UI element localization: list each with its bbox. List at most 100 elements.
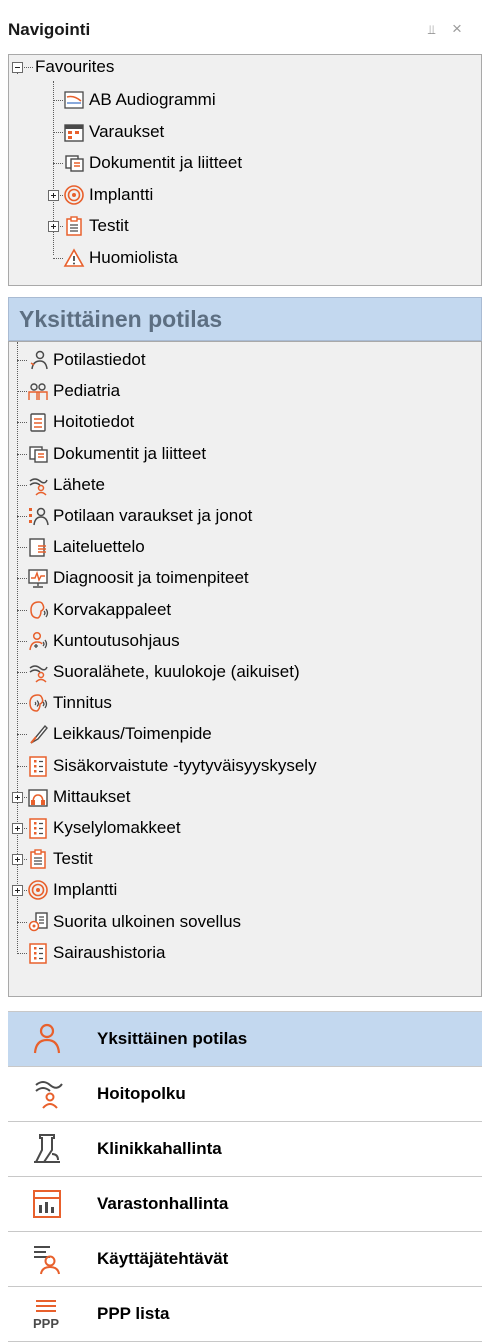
patient-tree-item[interactable]: Laiteluettelo (27, 532, 479, 562)
bookings-queue-icon (27, 505, 49, 527)
patient-tree-item-label: Leikkaus/Toimenpide (53, 724, 212, 744)
patient-tree-item[interactable]: Pediatria (27, 376, 479, 406)
patient-tree-item[interactable]: Hoitotiedot (27, 407, 479, 437)
device-list-icon (27, 536, 49, 558)
patient-tree-item[interactable]: Potilastiedot (27, 345, 479, 375)
patient-tree-item-label: Mittaukset (53, 786, 131, 806)
external-app-icon (27, 911, 49, 933)
patient-tree-item[interactable]: Kyselylomakkeet (27, 813, 479, 843)
patient-tree-item-label: Hoitotiedot (53, 412, 135, 432)
navigation-titlebar: Navigointi ⫫ × (0, 0, 488, 56)
ppp-list-icon: PPP (30, 1297, 64, 1331)
patient-tree-item-label: Sisäkorvaistute -tyytyväisyyskysely (53, 755, 317, 775)
nav-button[interactable]: Varastonhallinta (8, 1177, 482, 1232)
nav-button[interactable]: Yksittäinen potilas (8, 1012, 482, 1067)
nav-button[interactable]: Hoitopolku (8, 1067, 482, 1122)
patient-tree-item[interactable]: Tinnitus (27, 688, 479, 718)
patient-tree-item-label: Testit (53, 849, 93, 869)
direct-referral-icon (27, 661, 49, 683)
patient-tree-item-label: Laiteluettelo (53, 537, 145, 557)
patient-tree-item[interactable]: Mittaukset (27, 782, 479, 812)
single-patient-icon (30, 1022, 64, 1056)
pin-icon[interactable]: ⫫ (428, 22, 435, 38)
implant-icon (63, 184, 85, 206)
favourites-root-label: Favourites (35, 57, 115, 76)
favourite-item-label: Implantti (89, 184, 154, 204)
favourite-item-label: Varaukset (89, 121, 165, 141)
patient-tree-expand-toggle[interactable] (12, 854, 23, 866)
patient-tree-item[interactable]: Lähete (27, 470, 479, 500)
care-info-icon (27, 411, 49, 433)
rehab-guidance-icon (27, 630, 49, 652)
patient-tree-item[interactable]: Potilaan varaukset ja jonot (27, 501, 479, 531)
care-path-icon (30, 1077, 64, 1111)
patient-tree-item[interactable]: Dokumentit ja liitteet (27, 439, 479, 469)
nav-button[interactable]: Käyttäjätehtävät (8, 1232, 482, 1287)
patient-tree-expand-toggle[interactable] (12, 823, 23, 834)
patient-tree-expand-toggle[interactable] (12, 885, 23, 897)
favourite-item[interactable]: Varaukset (63, 117, 479, 147)
section-title: Yksittäinen potilas (19, 306, 223, 332)
patient-tree-item-label: Diagnoosit ja toimenpiteet (53, 568, 249, 588)
patient-tree-item-label: Pediatria (53, 381, 121, 401)
clipboard-icon (27, 848, 49, 870)
scalpel-icon (27, 723, 49, 745)
patient-info-icon (27, 349, 49, 371)
warning-icon (63, 247, 85, 269)
section-header-single-patient: Yksittäinen potilas (8, 297, 482, 341)
favourite-item-label: Dokumentit ja liitteet (89, 153, 243, 172)
nav-button-label: Varastonhallinta (97, 1194, 229, 1213)
clipboard-icon (63, 215, 85, 237)
svg-text:PPP: PPP (33, 1316, 59, 1331)
document-icon (27, 443, 49, 465)
patient-tree-item[interactable]: Korvakappaleet (27, 595, 479, 625)
patient-tree-item-label: Lähete (53, 474, 105, 494)
patient-tree-item-label: Sairaushistoria (53, 942, 166, 962)
patient-tree-item-label: Dokumentit ja liitteet (53, 443, 207, 463)
favourite-item[interactable]: Implantti (63, 180, 479, 210)
favourite-item[interactable]: AB Audiogrammi (63, 85, 479, 115)
tinnitus-icon (27, 692, 49, 714)
patient-tree-item[interactable]: Suoralähete, kuulokoje (aikuiset) (27, 657, 479, 687)
favourites-collapse-toggle[interactable] (12, 62, 23, 73)
patient-tree-item-label: Tinnitus (53, 693, 112, 713)
calendar-icon (63, 121, 85, 143)
patient-tree-item-label: Kyselylomakkeet (53, 818, 181, 837)
patient-tree-item[interactable]: Kuntoutusohjaus (27, 626, 479, 656)
earmold-icon (27, 599, 49, 621)
patient-tree-expand-toggle[interactable] (12, 791, 23, 803)
close-icon[interactable]: × (452, 19, 462, 39)
nav-button-label: Klinikkahallinta (97, 1139, 222, 1158)
patient-tree-item-label: Implantti (53, 880, 118, 900)
patient-tree-item-label: Suorita ulkoinen sovellus (53, 911, 242, 931)
patient-tree-item[interactable]: Diagnoosit ja toimenpiteet (27, 563, 479, 593)
favourites-panel: Favourites AB Audiogrammi Varaukset Dokume… (8, 54, 482, 286)
patient-tree-item[interactable]: Leikkaus/Toimenpide (27, 719, 479, 749)
nav-button[interactable]: Klinikkahallinta (8, 1122, 482, 1177)
patient-tree-item-label: Suoralähete, kuulokoje (aikuiset) (53, 662, 300, 681)
questionnaire-icon (27, 755, 49, 777)
audiogram-icon (63, 89, 85, 111)
favourite-item-label: Huomiolista (89, 247, 178, 267)
nav-button-label: PPP lista (97, 1304, 170, 1323)
favourite-item[interactable]: Huomiolista (63, 243, 479, 273)
panel-title: Navigointi (8, 20, 91, 39)
medical-history-icon (27, 942, 49, 964)
favourite-item[interactable]: Testit (63, 211, 479, 241)
clinic-management-icon (30, 1132, 64, 1166)
nav-button-label: Hoitopolku (97, 1084, 186, 1103)
patient-tree-item[interactable]: Sisäkorvaistute -tyytyväisyyskysely (27, 751, 479, 781)
patient-tree-item[interactable]: Sairaushistoria (27, 938, 479, 968)
patient-tree-item[interactable]: Testit (27, 844, 479, 874)
document-icon (63, 152, 85, 174)
patient-tree-item[interactable]: Implantti (27, 875, 479, 905)
nav-button-label: Yksittäinen potilas (97, 1029, 248, 1048)
patient-tree-item[interactable]: Suorita ulkoinen sovellus (27, 907, 479, 937)
favourite-item[interactable]: Dokumentit ja liitteet (63, 148, 479, 178)
patient-tree-item-label: Potilastiedot (53, 350, 146, 369)
favourite-expand-toggle[interactable] (48, 221, 59, 232)
implant-icon (27, 879, 49, 901)
favourite-expand-toggle[interactable] (48, 189, 59, 201)
referral-icon (27, 474, 49, 496)
nav-button[interactable]: PPP PPP lista (8, 1287, 482, 1342)
